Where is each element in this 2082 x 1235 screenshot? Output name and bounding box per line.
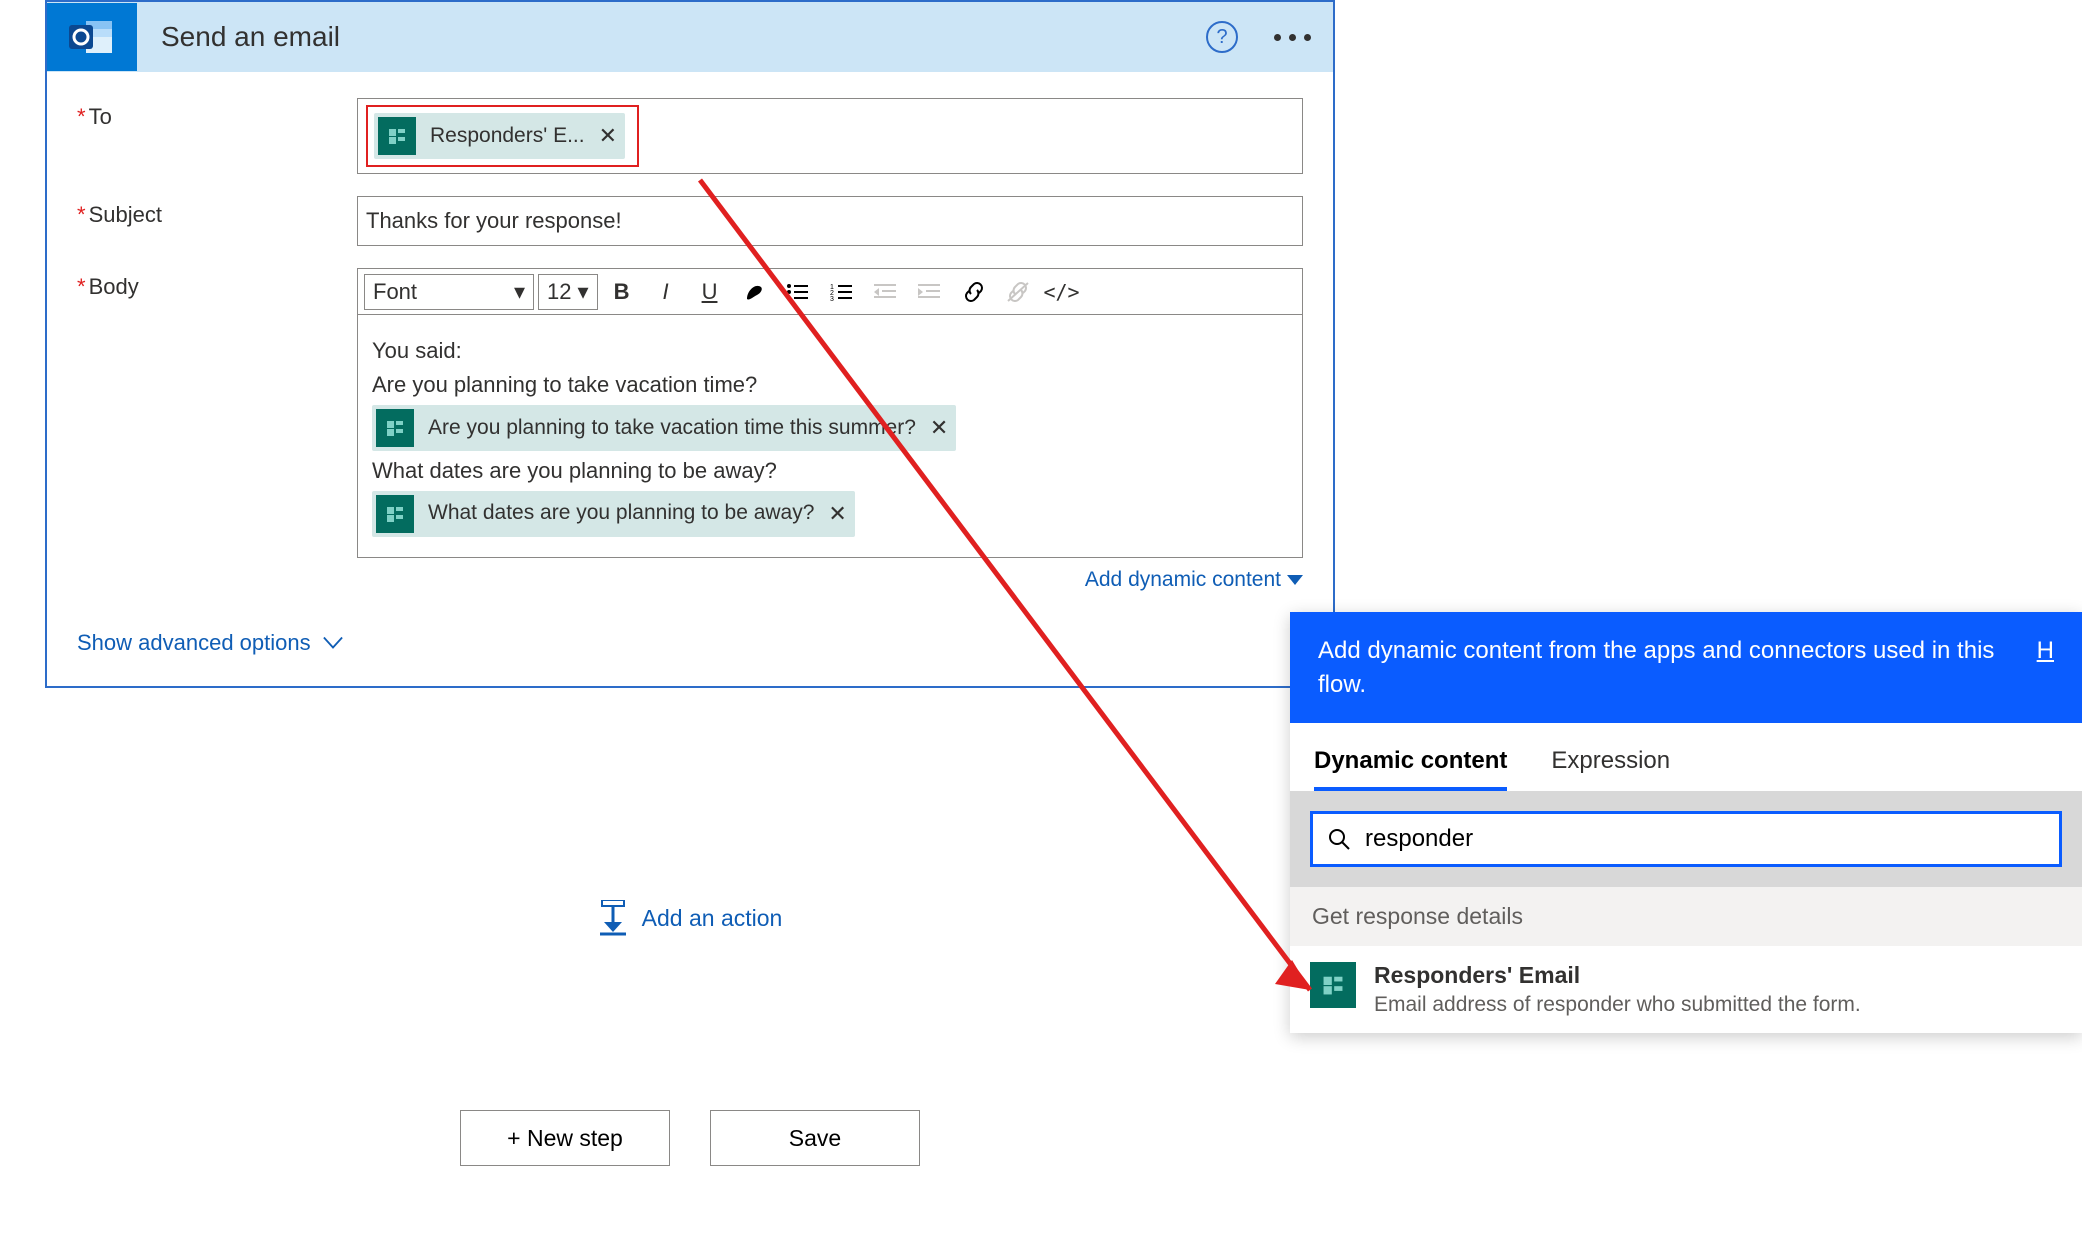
forms-icon — [1310, 962, 1356, 1008]
dynamic-content-group: Get response details — [1290, 887, 2082, 946]
close-icon[interactable]: ✕ — [599, 123, 617, 149]
to-token[interactable]: Responders' E... ✕ — [374, 113, 625, 159]
send-email-card: Send an email ? *To Responders' E... ✕ — [45, 0, 1335, 688]
add-action-button[interactable]: Add an action — [45, 900, 1335, 936]
outdent-button[interactable] — [866, 274, 906, 310]
body-token-2[interactable]: What dates are you planning to be away? … — [372, 491, 855, 537]
item-description: Email address of responder who submitted… — [1374, 993, 1861, 1017]
dynamic-content-tabs: Dynamic content Expression — [1290, 723, 2082, 791]
dynamic-content-item[interactable]: Responders' Email Email address of respo… — [1290, 946, 2082, 1033]
add-action-label: Add an action — [642, 905, 783, 932]
dynamic-content-header: Add dynamic content from the apps and co… — [1290, 612, 2082, 723]
body-editor[interactable]: You said: Are you planning to take vacat… — [357, 314, 1303, 558]
font-size-select[interactable]: 12▾ — [538, 274, 598, 310]
italic-button[interactable]: I — [646, 274, 686, 310]
save-button[interactable]: Save — [710, 1110, 920, 1166]
color-button[interactable] — [734, 274, 774, 310]
subject-label: *Subject — [77, 196, 357, 228]
to-token-label: Responders' E... — [430, 124, 585, 148]
bold-button[interactable]: B — [602, 274, 642, 310]
close-icon[interactable]: ✕ — [930, 412, 948, 444]
rte-toolbar: Font▾ 12▾ B I U 123 — [357, 268, 1303, 314]
dynamic-content-search[interactable] — [1310, 811, 2062, 867]
indent-button[interactable] — [910, 274, 950, 310]
card-header[interactable]: Send an email ? — [47, 2, 1333, 72]
close-icon[interactable]: ✕ — [828, 498, 846, 530]
help-icon[interactable]: ? — [1206, 21, 1238, 53]
forms-icon — [376, 495, 414, 533]
tab-expression[interactable]: Expression — [1551, 747, 1670, 791]
svg-text:3: 3 — [830, 296, 834, 302]
footer-buttons: + New step Save — [45, 1110, 1335, 1166]
add-dynamic-content-link[interactable]: Add dynamic content — [357, 568, 1303, 592]
code-view-button[interactable]: </> — [1042, 274, 1082, 310]
body-token-1[interactable]: Are you planning to take vacation time t… — [372, 405, 956, 451]
forms-icon — [376, 409, 414, 447]
body-label: *Body — [77, 268, 357, 300]
number-list-button[interactable]: 123 — [822, 274, 862, 310]
forms-icon — [378, 117, 416, 155]
subject-input[interactable]: Thanks for your response! — [357, 196, 1303, 246]
to-label: *To — [77, 98, 357, 130]
to-input[interactable]: Responders' E... ✕ — [357, 98, 1303, 174]
subject-value: Thanks for your response! — [366, 208, 622, 234]
item-title: Responders' Email — [1374, 962, 1861, 989]
link-button[interactable] — [954, 274, 994, 310]
unlink-button[interactable] — [998, 274, 1038, 310]
search-input[interactable] — [1365, 825, 2045, 853]
card-title: Send an email — [137, 21, 1206, 53]
outlook-icon — [47, 3, 137, 71]
show-advanced-options[interactable]: Show advanced options — [77, 630, 1303, 656]
bullet-list-button[interactable] — [778, 274, 818, 310]
add-action-icon — [598, 900, 628, 936]
to-token-highlight: Responders' E... ✕ — [366, 105, 639, 167]
chevron-down-icon — [323, 636, 343, 650]
chevron-down-icon: ▾ — [514, 279, 525, 305]
body-text: Are you planning to take vacation time? — [372, 369, 1288, 401]
more-icon[interactable] — [1266, 26, 1319, 49]
body-text: You said: — [372, 335, 1288, 367]
search-icon — [1327, 827, 1351, 851]
body-text: What dates are you planning to be away? — [372, 455, 1288, 487]
underline-button[interactable]: U — [690, 274, 730, 310]
chevron-down-icon: ▾ — [577, 279, 588, 305]
dynamic-content-panel: Add dynamic content from the apps and co… — [1290, 612, 2082, 1033]
new-step-button[interactable]: + New step — [460, 1110, 670, 1166]
card-body: *To Responders' E... ✕ *Subject Thanks f… — [47, 72, 1333, 686]
hide-link[interactable]: H — [2037, 634, 2054, 668]
font-select[interactable]: Font▾ — [364, 274, 534, 310]
tab-dynamic-content[interactable]: Dynamic content — [1314, 747, 1507, 791]
chevron-down-icon — [1287, 575, 1303, 585]
